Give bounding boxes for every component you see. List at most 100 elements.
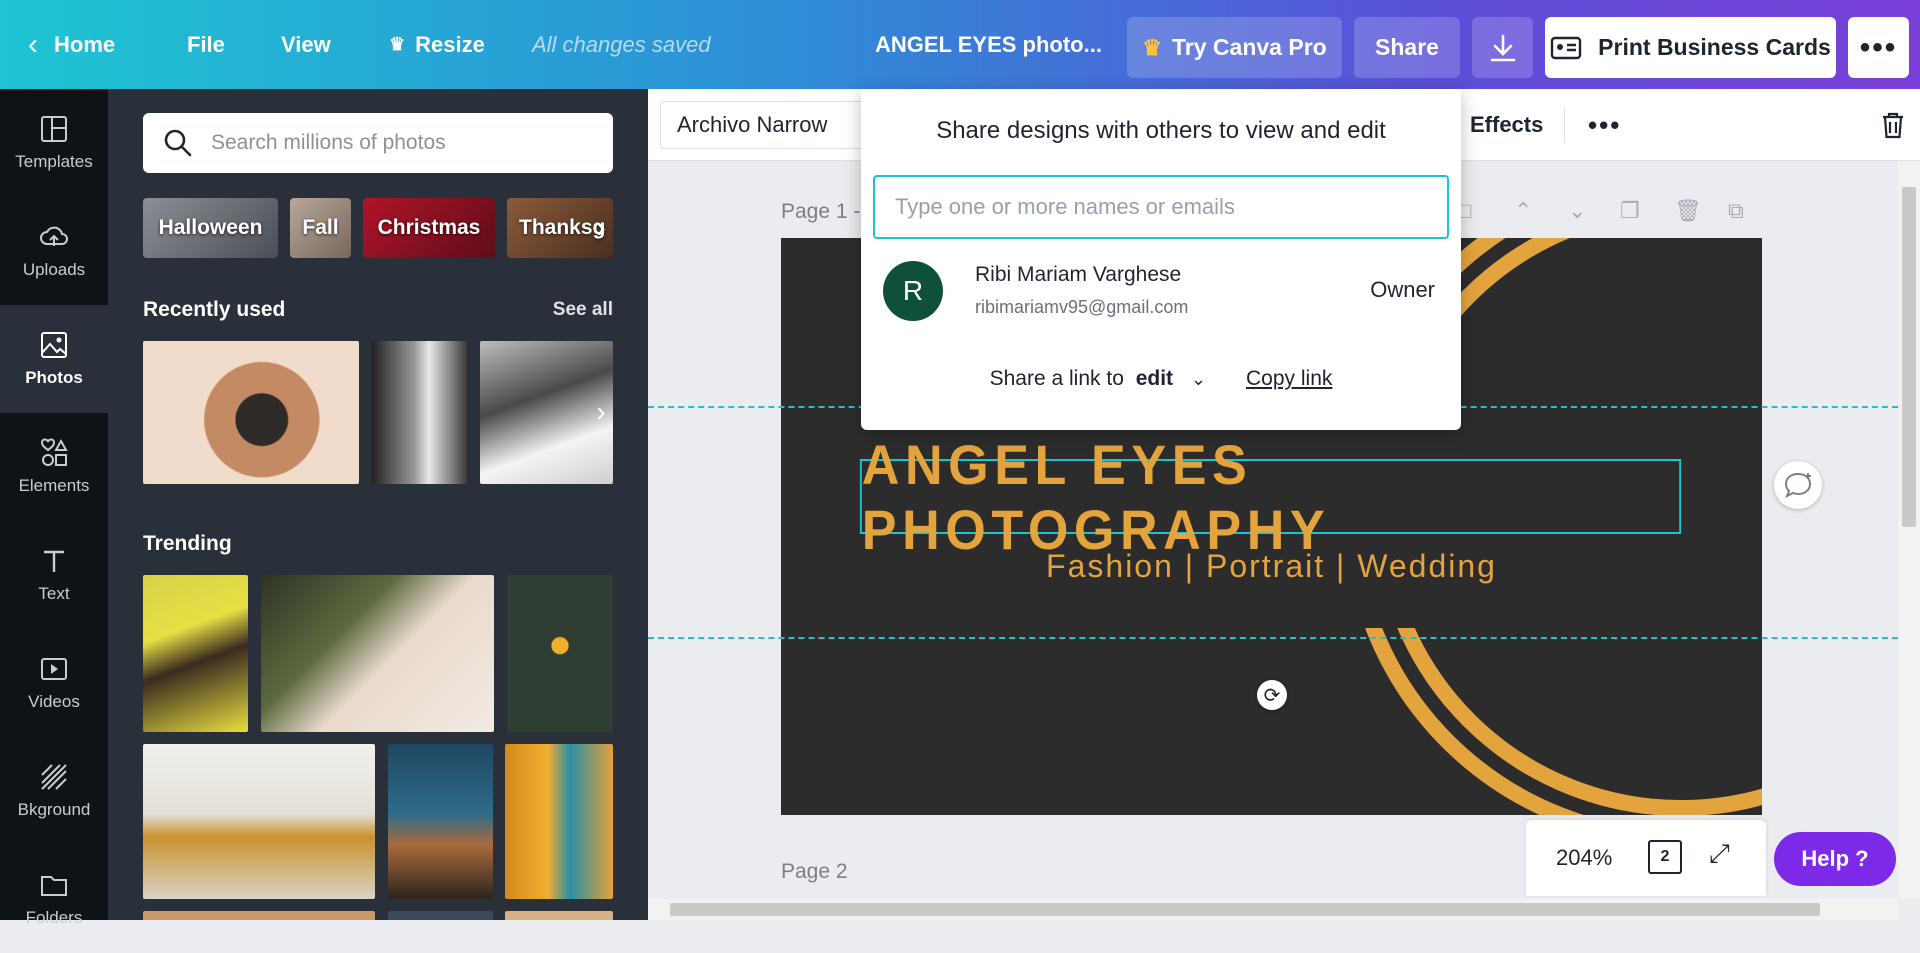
effects-button[interactable]: Effects xyxy=(1470,89,1543,161)
trending-heading: Trending xyxy=(143,532,232,555)
more-horizontal-icon: ••• xyxy=(1588,109,1622,140)
font-family-dropdown[interactable]: Archivo Narrow xyxy=(660,101,890,149)
print-business-cards-button[interactable]: Print Business Cards xyxy=(1545,17,1836,78)
rail-label: Photos xyxy=(25,368,83,387)
chevron-down-icon[interactable]: ⌄ xyxy=(1568,198,1586,224)
resize-button[interactable]: ♛ Resize xyxy=(389,0,485,89)
resize-label: Resize xyxy=(415,31,485,57)
trending-photo-6[interactable] xyxy=(505,744,613,899)
rail-label: Bkground xyxy=(17,800,91,819)
vertical-scrollbar[interactable] xyxy=(1898,161,1920,899)
photo-search-box[interactable] xyxy=(143,113,613,173)
chip-fall[interactable]: Fall xyxy=(290,198,351,258)
headline-text[interactable]: ANGEL EYES PHOTOGRAPHY xyxy=(859,433,1682,561)
photos-panel: Halloween Fall Christmas Thanksg › Recen… xyxy=(108,89,648,920)
rail-item-background[interactable]: Bkground xyxy=(0,737,108,845)
chevron-right-icon[interactable]: › xyxy=(586,212,616,243)
chip-christmas[interactable]: Christmas xyxy=(363,198,495,258)
trending-photo-5[interactable] xyxy=(388,744,493,899)
trending-photo-3[interactable] xyxy=(507,575,613,732)
trending-photo-1[interactable] xyxy=(143,575,248,732)
chip-halloween[interactable]: Halloween xyxy=(143,198,278,258)
zoom-level[interactable]: 204% xyxy=(1556,820,1612,896)
trending-photo-2[interactable] xyxy=(261,575,494,732)
crown-icon: ♛ xyxy=(1142,34,1163,60)
home-label: Home xyxy=(54,31,116,57)
download-button[interactable] xyxy=(1472,17,1533,78)
templates-icon xyxy=(41,116,67,142)
upload-cloud-icon xyxy=(40,226,68,246)
shapes-icon xyxy=(41,438,68,466)
page-count: 2 xyxy=(1660,848,1670,865)
try-pro-label: Try Canva Pro xyxy=(1172,34,1327,60)
trash-icon xyxy=(1883,112,1903,139)
recently-used-heading: Recently used xyxy=(143,298,286,321)
share-popover-title: Share designs with others to view and ed… xyxy=(936,117,1386,144)
page-1-label[interactable]: Page 1 - xyxy=(781,200,860,224)
home-button[interactable]: ‹ Home xyxy=(28,0,115,89)
view-menu[interactable]: View xyxy=(281,0,331,89)
fullscreen-icon[interactable]: ⤢ xyxy=(1709,838,1730,870)
rail-item-templates[interactable]: Templates xyxy=(0,89,108,197)
rotate-icon[interactable]: ⟳ xyxy=(1257,680,1287,710)
document-title[interactable]: ANGEL EYES photo... xyxy=(875,0,1102,89)
recent-photo-wedding-1[interactable] xyxy=(372,341,467,484)
photo-search-input[interactable] xyxy=(211,131,591,155)
save-status: All changes saved xyxy=(532,31,711,57)
help-button[interactable]: Help ? xyxy=(1774,832,1896,886)
business-card-icon xyxy=(1550,36,1582,59)
add-page-icon[interactable]: ⧉ xyxy=(1728,198,1744,224)
rail-item-photos[interactable]: Photos xyxy=(0,305,108,413)
toolbar-more-button[interactable]: ••• xyxy=(1588,89,1621,161)
add-comment-button[interactable] xyxy=(1774,461,1822,509)
owner-role: Owner xyxy=(1370,277,1435,302)
link-prefix: Share a link to xyxy=(989,367,1124,390)
delete-page-icon[interactable]: 🗑 xyxy=(1674,198,1702,224)
owner-name: Ribi Mariam Varghese xyxy=(975,263,1182,286)
rail-item-folders[interactable]: Folders xyxy=(0,845,108,953)
chevron-left-icon: ‹ xyxy=(28,27,38,61)
page-count-button[interactable]: 2 xyxy=(1648,840,1682,874)
crown-icon: ♛ xyxy=(389,34,406,54)
rail-label: Videos xyxy=(28,692,80,711)
trending-photo-7[interactable] xyxy=(143,911,375,920)
link-permission-dropdown[interactable]: Share a link to edit ⌄ xyxy=(990,367,1206,391)
rail-label: Uploads xyxy=(22,260,86,279)
copy-link-button[interactable]: Copy link xyxy=(1246,367,1332,391)
trending-photo-9[interactable] xyxy=(505,911,613,920)
rail-label: Folders xyxy=(25,908,83,927)
rail-item-elements[interactable]: Elements xyxy=(0,413,108,521)
scrollbar-thumb[interactable] xyxy=(670,903,1820,916)
share-popover: Share designs with others to view and ed… xyxy=(861,89,1461,430)
rail-item-text[interactable]: Text xyxy=(0,521,108,629)
chevron-right-icon[interactable]: › xyxy=(586,396,616,427)
print-label: Print Business Cards xyxy=(1598,34,1831,60)
rail-item-videos[interactable]: Videos xyxy=(0,629,108,737)
folder-icon xyxy=(41,876,67,896)
trending-photo-8[interactable] xyxy=(388,911,493,920)
share-button[interactable]: Share xyxy=(1354,17,1460,78)
page-2-label[interactable]: Page 2 xyxy=(781,860,848,884)
share-recipients-input[interactable] xyxy=(873,175,1449,239)
file-menu[interactable]: File xyxy=(187,0,225,89)
delete-element-button[interactable] xyxy=(1880,89,1906,161)
rail-label: Text xyxy=(38,584,70,603)
owner-row: R Ribi Mariam Varghese ribimariamv95@gma… xyxy=(883,261,1443,327)
recent-photo-camera[interactable] xyxy=(143,341,359,484)
more-options-button[interactable]: ••• xyxy=(1848,17,1909,78)
subline-text[interactable]: Fashion | Portrait | Wedding xyxy=(781,548,1762,585)
toolbar-divider xyxy=(1564,107,1565,143)
chevron-up-icon[interactable]: ⌃ xyxy=(1514,198,1532,224)
scrollbar-thumb[interactable] xyxy=(1902,187,1916,527)
more-horizontal-icon: ••• xyxy=(1859,30,1898,64)
link-mode: edit xyxy=(1135,367,1174,390)
try-canva-pro-button[interactable]: ♛ Try Canva Pro xyxy=(1127,17,1342,78)
see-all-link[interactable]: See all xyxy=(553,299,613,321)
rail-label: Elements xyxy=(18,476,90,495)
download-icon xyxy=(1490,34,1515,61)
horizontal-scrollbar[interactable] xyxy=(648,899,1898,920)
owner-email: ribimariamv95@gmail.com xyxy=(975,297,1189,317)
duplicate-page-icon[interactable]: ❐ xyxy=(1620,198,1640,224)
trending-photo-4[interactable] xyxy=(143,744,375,899)
rail-item-uploads[interactable]: Uploads xyxy=(0,197,108,305)
